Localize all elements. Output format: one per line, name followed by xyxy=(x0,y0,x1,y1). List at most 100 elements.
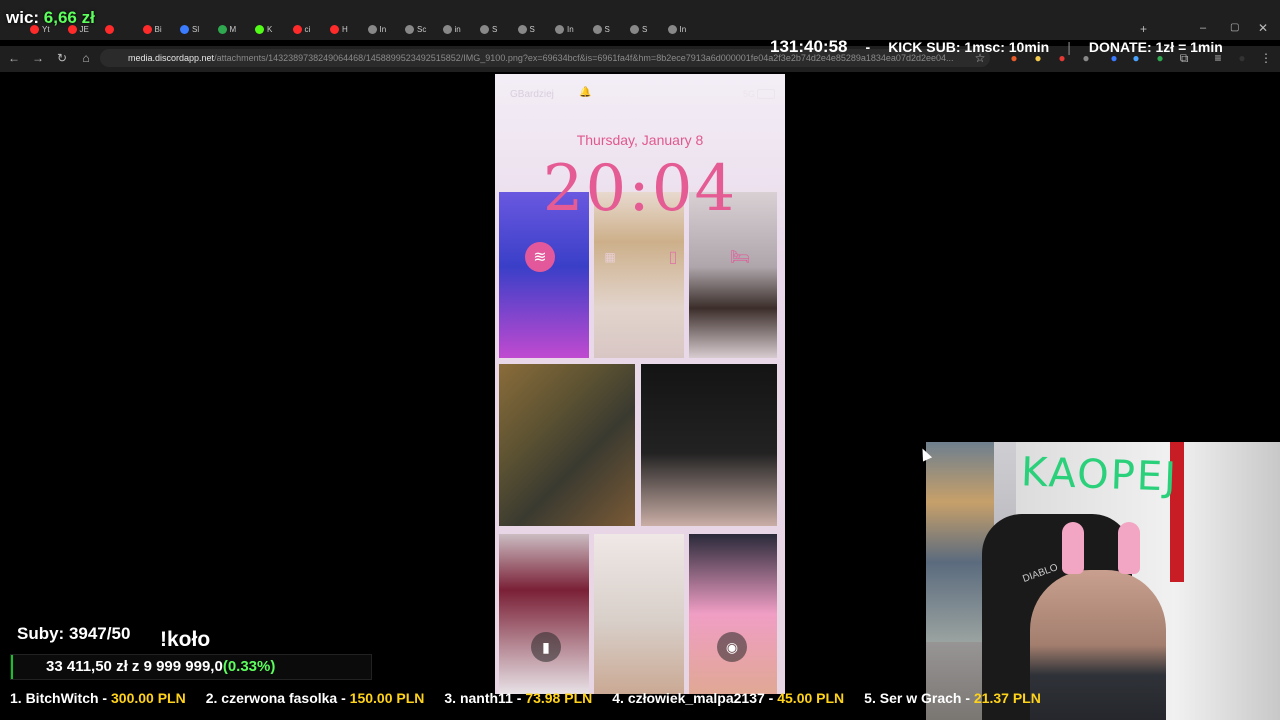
ticker-donor: 2. czerwona fasolka - xyxy=(205,690,350,706)
profile-avatar[interactable]: ● xyxy=(1234,50,1250,66)
browser-tab[interactable] xyxy=(105,22,117,36)
lockscreen-time: 20:04 xyxy=(542,152,738,226)
goal-current: 33 411,50 zł z xyxy=(46,658,140,675)
wheel-command: !koło xyxy=(160,628,211,651)
flashlight-button[interactable]: ▮ xyxy=(531,632,561,662)
menu-kebab-icon[interactable]: ⋮ xyxy=(1258,50,1274,66)
bell-icon: 🔔 xyxy=(579,87,592,98)
bunny-ear xyxy=(1062,522,1084,574)
goal-target: 9 999 999,0 xyxy=(143,658,223,675)
ticker-entry: 1. BitchWitch - 300.00 PLN xyxy=(10,690,186,708)
browser-tab[interactable]: Sc xyxy=(405,22,426,36)
forward-button[interactable]: → xyxy=(30,50,46,66)
tab-favicon-icon xyxy=(142,24,152,34)
ticker-amount: 45.00 PLN xyxy=(777,690,845,706)
browser-tab[interactable]: In xyxy=(555,22,574,36)
tab-favicon-icon xyxy=(105,24,114,34)
browser-tab[interactable]: S xyxy=(592,22,610,36)
bed-icon[interactable]: 🛏 xyxy=(725,242,755,272)
donation-total: wic: 6,66 zł xyxy=(6,8,95,28)
close-window-button[interactable]: ✕ xyxy=(1258,21,1268,35)
browser-tab[interactable]: K xyxy=(255,22,272,36)
webcam-wall-text: KAOPEJ xyxy=(1020,449,1179,501)
tab-label: in xyxy=(454,24,461,34)
tab-label: In xyxy=(567,24,574,34)
tab-label: In xyxy=(379,24,387,34)
tab-favicon-icon xyxy=(405,24,414,34)
browser-tab[interactable]: ci xyxy=(292,22,310,36)
donation-goal-fill xyxy=(11,655,13,679)
tab-favicon-icon xyxy=(292,24,302,34)
arrow-left-icon: ← xyxy=(8,51,20,65)
browser-tab[interactable]: H xyxy=(330,22,348,36)
ticker-amount: 300.00 PLN xyxy=(111,690,186,706)
maximize-button[interactable]: ▢ xyxy=(1230,22,1239,33)
minimize-button[interactable]: – xyxy=(1200,22,1206,34)
browser-tab[interactable]: S xyxy=(630,22,647,36)
battery-icon xyxy=(757,89,775,99)
webcam-feed: KAOPEJ DIABLO xyxy=(926,442,1280,720)
wallpaper-photo xyxy=(499,534,589,694)
tab-favicon-icon xyxy=(442,24,452,34)
tab-favicon-icon xyxy=(330,24,339,34)
browser-tab[interactable]: S xyxy=(517,22,535,36)
ticker-amount: 150.00 PLN xyxy=(349,690,425,706)
browser-tab[interactable]: in xyxy=(442,22,461,36)
home-button[interactable]: ⌂ xyxy=(78,50,94,66)
donate-rate: DONATE: 1zł = 1min xyxy=(1088,39,1223,55)
wallpaper-photo xyxy=(499,364,635,526)
tab-favicon-icon xyxy=(480,24,489,34)
tab-favicon-icon xyxy=(367,24,377,34)
tab-label: Sl xyxy=(192,24,200,34)
ticker-amount: 21.37 PLN xyxy=(973,690,1041,706)
new-tab-button[interactable]: + xyxy=(1140,22,1147,36)
calendar-widget-icon[interactable]: ▦ xyxy=(595,242,625,272)
wallpaper-photo xyxy=(594,534,684,694)
tab-favicon-icon xyxy=(592,24,602,34)
browser-tab[interactable]: In xyxy=(367,22,387,36)
home-icon: ⌂ xyxy=(82,51,90,65)
browser-tab[interactable]: In xyxy=(667,22,687,36)
subs-counter: Suby: 3947/50 xyxy=(17,624,131,643)
ticker-entry: 5. Ser w Grach - 21.37 PLN xyxy=(864,690,1041,708)
donation-goal-text: 33 411,50 zł z 9 999 999,0(0.33%) xyxy=(46,658,275,675)
info-separator: | xyxy=(1067,39,1071,55)
stream-info-bar: 131:40:58 - KICK SUB: 1msc: 10min | DONA… xyxy=(770,37,1223,57)
camera-button[interactable]: ◉ xyxy=(717,632,747,662)
battery-widget-icon[interactable]: ▯ xyxy=(658,242,688,272)
tab-label: M xyxy=(229,24,237,34)
status-bar: GBardziej 🔔 5G xyxy=(495,74,785,114)
carrier-label: GBardziej xyxy=(510,89,554,100)
ticker-entry: 4. człowiek_malpa2137 - 45.00 PLN xyxy=(612,690,844,708)
wallpaper-photo xyxy=(641,364,777,526)
tab-label: In xyxy=(679,24,687,34)
tab-label: Bi xyxy=(154,24,162,34)
phone-lockscreen-image: GBardziej 🔔 5G Thursday, January 8 20:04… xyxy=(495,74,785,694)
tab-favicon-icon xyxy=(630,24,639,34)
ticker-entry: 3. nanth11 - 73.98 PLN xyxy=(444,690,592,708)
ticker-donor: 4. człowiek_malpa2137 - xyxy=(612,690,778,706)
tab-favicon-icon xyxy=(667,24,677,34)
tab-favicon-icon xyxy=(217,24,227,34)
ticker-donor: 3. nanth11 - xyxy=(444,690,526,706)
browser-tab[interactable]: M xyxy=(217,22,237,36)
ticker-amount: 73.98 PLN xyxy=(525,690,593,706)
browser-tab[interactable]: Sl xyxy=(180,22,199,36)
browser-tab[interactable]: Bi xyxy=(142,22,162,36)
reload-button[interactable]: ↻ xyxy=(54,50,70,66)
goal-percent: (0.33%) xyxy=(222,658,276,675)
tab-label: Sc xyxy=(417,24,427,34)
flashlight-icon: ▮ xyxy=(542,638,550,655)
spotify-icon[interactable]: ≋ xyxy=(525,242,555,272)
tab-label: S xyxy=(604,24,610,34)
tab-favicon-icon xyxy=(255,24,264,34)
url-host: media.discordapp.net xyxy=(128,53,215,63)
lockscreen-date: Thursday, January 8 xyxy=(576,132,704,148)
tab-label: H xyxy=(342,24,348,34)
top-donors-ticker: 1. BitchWitch - 300.00 PLN 2. czerwona fa… xyxy=(0,690,1280,708)
back-button[interactable]: ← xyxy=(6,50,22,66)
tab-label: S xyxy=(529,24,535,34)
wallpaper-photo xyxy=(689,534,777,694)
ticker-donor: 1. BitchWitch - xyxy=(10,690,111,706)
browser-tab[interactable]: S xyxy=(480,22,497,36)
